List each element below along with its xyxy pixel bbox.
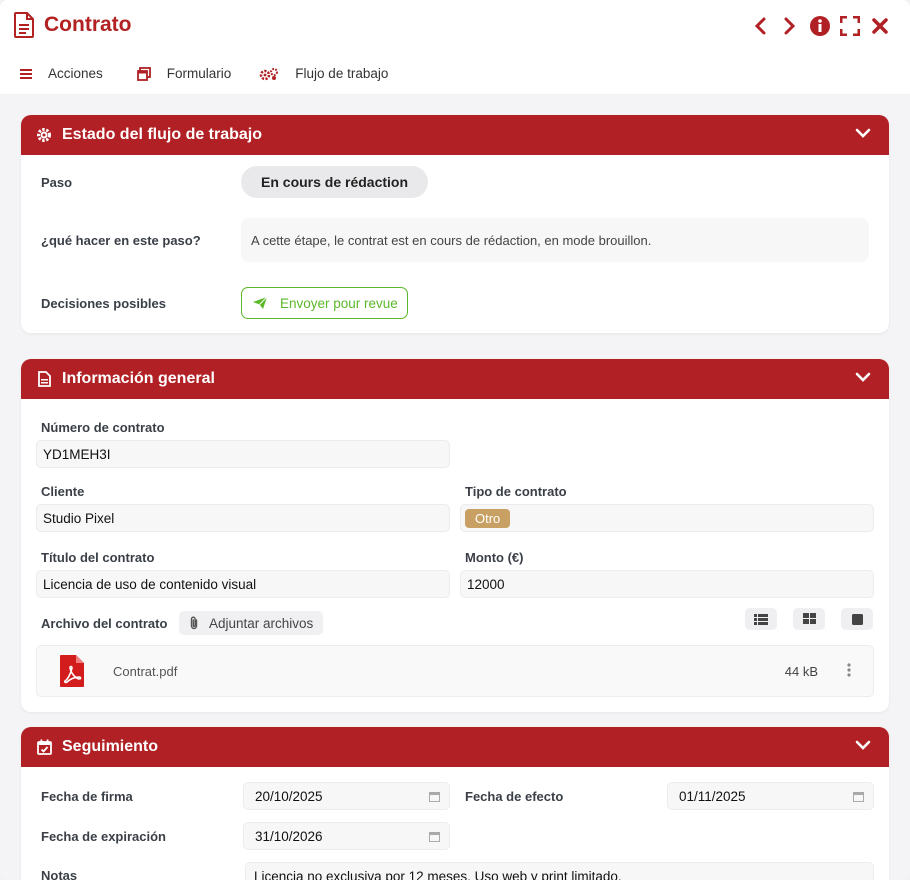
document-icon — [35, 370, 53, 388]
step-value: En cours de rédaction — [241, 166, 429, 198]
general-info-panel: Información general Número de contrato Y… — [21, 359, 889, 712]
file-size: 44 kB — [784, 664, 818, 679]
pdf-file-icon — [60, 655, 84, 687]
contract-type-badge: Otro — [465, 508, 511, 528]
contract-number-field[interactable]: YD1MEH3I — [36, 440, 450, 468]
expiry-date-label: Fecha de expiración — [41, 829, 166, 844]
tracking-header[interactable]: Seguimiento — [21, 727, 889, 767]
amount-label: Monto (€) — [465, 550, 524, 565]
tracking-panel: Seguimiento Fecha de firma 20/10/2025 Fe… — [21, 727, 889, 880]
more-options-icon[interactable] — [847, 663, 851, 677]
general-info-header[interactable]: Información general — [21, 359, 889, 399]
tracking-title: Seguimiento — [62, 738, 159, 755]
workflow-status-title: Estado del flujo de trabajo — [62, 126, 263, 143]
title-row: Contrato — [14, 12, 132, 38]
calendar-icon[interactable] — [853, 791, 864, 802]
hamburger-icon — [20, 68, 32, 79]
square-icon — [851, 613, 863, 625]
window-title: Contrato — [44, 13, 132, 36]
list-view-button[interactable] — [745, 608, 777, 630]
window-controls — [748, 14, 892, 38]
attach-files-label: Adjuntar archivos — [209, 615, 314, 631]
send-for-review-button[interactable]: Envoyer pour revue — [241, 287, 408, 319]
effect-date-field[interactable]: 01/11/2025 — [667, 782, 874, 810]
effect-date-value: 01/11/2025 — [679, 788, 746, 804]
info-button[interactable] — [808, 14, 832, 38]
contract-window: Contrato Acciones Formulario Flujo de tr… — [0, 0, 910, 880]
calendar-icon[interactable] — [429, 831, 440, 842]
gear-icon — [35, 126, 53, 144]
menu-workflow[interactable]: Flujo de trabajo — [259, 66, 388, 81]
grid-icon — [802, 613, 816, 624]
menu-bar: Acciones Formulario Flujo de trabajo — [20, 66, 416, 81]
grid-view-button[interactable] — [793, 608, 825, 630]
menu-form-label: Formulario — [166, 66, 232, 81]
contract-type-field[interactable]: Otro — [460, 504, 874, 532]
expand-icon — [840, 16, 860, 36]
contract-title-field[interactable]: Licencia de uso de contenido visual — [36, 570, 450, 598]
window-topbar: Contrato Acciones Formulario Flujo de tr… — [0, 0, 910, 94]
workflow-status-panel: Estado del flujo de trabajo Paso En cour… — [21, 115, 889, 333]
next-button[interactable] — [778, 14, 802, 38]
effect-date-label: Fecha de efecto — [465, 789, 564, 804]
contract-title-label: Título del contrato — [41, 550, 155, 565]
cogs-icon — [260, 67, 279, 80]
close-icon — [872, 18, 888, 34]
send-for-review-label: Envoyer pour revue — [280, 295, 398, 311]
list-icon — [754, 613, 768, 625]
paperclip-icon — [190, 616, 198, 630]
previous-button[interactable] — [748, 14, 772, 38]
workflow-status-body: Paso En cours de rédaction ¿qué hacer en… — [21, 155, 889, 333]
contract-file-label: Archivo del contrato — [41, 616, 168, 631]
file-name: Contrat.pdf — [113, 664, 178, 679]
close-button[interactable] — [868, 14, 892, 38]
menu-actions[interactable]: Acciones — [20, 66, 103, 81]
chevron-down-icon — [855, 740, 871, 750]
notes-field[interactable]: Licencia no exclusiva por 12 meses. Uso … — [245, 862, 874, 880]
chevron-down-icon — [855, 372, 871, 382]
expiry-date-field[interactable]: 31/10/2026 — [243, 822, 450, 850]
info-icon — [810, 16, 830, 36]
workflow-status-header[interactable]: Estado del flujo de trabajo — [21, 115, 889, 155]
amount-field[interactable]: 12000 — [460, 570, 874, 598]
general-info-title: Información general — [62, 370, 215, 387]
tracking-body: Fecha de firma 20/10/2025 Fecha de efect… — [21, 767, 889, 880]
chevron-left-icon — [754, 17, 766, 35]
step-label: Paso — [41, 175, 73, 190]
calendar-check-icon — [35, 738, 53, 756]
attach-files-button[interactable]: Adjuntar archivos — [179, 611, 324, 635]
notes-label: Notas — [41, 868, 78, 880]
menu-form[interactable]: Formulario — [136, 66, 232, 81]
window-restore-icon — [136, 66, 151, 81]
file-item[interactable]: Contrat.pdf 44 kB — [36, 645, 874, 697]
calendar-icon[interactable] — [429, 791, 440, 802]
file-view-toggle — [745, 608, 873, 630]
chevron-right-icon — [784, 17, 796, 35]
document-icon — [14, 12, 34, 38]
contract-number-label: Número de contrato — [41, 420, 165, 435]
step-description: A cette étape, le contrat est en cours d… — [241, 218, 869, 262]
chevron-down-icon — [855, 128, 871, 138]
large-view-button[interactable] — [841, 608, 873, 630]
general-info-body: Número de contrato YD1MEH3I Cliente Stud… — [21, 399, 889, 712]
menu-workflow-label: Flujo de trabajo — [295, 66, 389, 81]
menu-actions-label: Acciones — [48, 66, 103, 81]
fullscreen-button[interactable] — [838, 14, 862, 38]
sign-date-label: Fecha de firma — [41, 789, 133, 804]
sign-date-field[interactable]: 20/10/2025 — [243, 782, 450, 810]
decisions-label: Decisiones posibles — [41, 296, 166, 311]
client-label: Cliente — [41, 484, 85, 499]
sign-date-value: 20/10/2025 — [255, 788, 323, 804]
contract-type-label: Tipo de contrato — [465, 484, 567, 499]
expiry-date-value: 31/10/2026 — [255, 828, 323, 844]
what-to-do-label: ¿qué hacer en este paso? — [41, 233, 201, 248]
client-field[interactable]: Studio Pixel — [36, 504, 450, 532]
paper-plane-icon — [253, 296, 268, 309]
